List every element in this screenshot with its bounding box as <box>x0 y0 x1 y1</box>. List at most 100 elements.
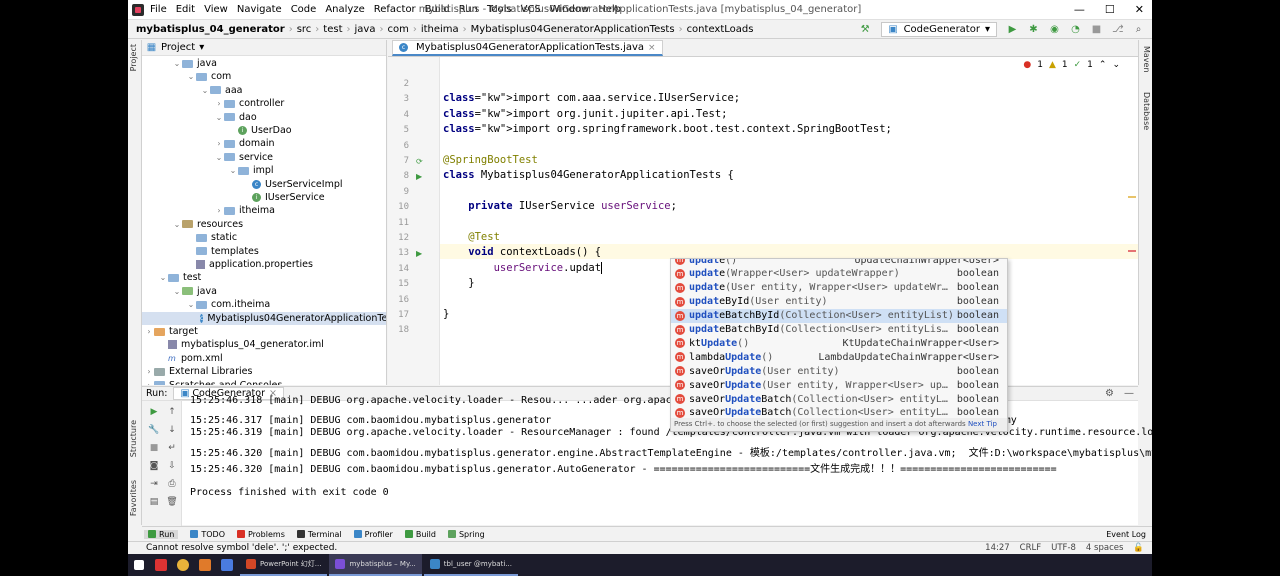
chevron-down-icon[interactable]: ⌄ <box>172 220 182 229</box>
code-line[interactable]: @Test <box>443 231 500 243</box>
code-line[interactable]: void contextLoads() { <box>443 246 601 258</box>
code-line[interactable]: class="kw">import org.springframework.bo… <box>443 123 892 135</box>
completion-item[interactable]: m update (Wrapper<User> updateWrapper) bool… <box>671 267 1007 281</box>
taskbar-app-database[interactable]: tbl_user @mybati... <box>423 554 518 576</box>
chevron-down-icon[interactable]: ⌄ <box>214 153 224 162</box>
chevron-down-icon[interactable]: ⌄ <box>172 59 182 68</box>
tree-item[interactable]: ⌄ service <box>214 151 273 164</box>
tool-tab-run[interactable]: Run <box>144 529 179 539</box>
tree-item[interactable]: c UserServiceImpl <box>242 178 343 191</box>
code-completion-popup[interactable]: m update() UpdateChainWrapper<User> m update… <box>670 258 1008 432</box>
trash-icon[interactable]: 🗑 <box>166 497 178 509</box>
breadcrumb-item[interactable]: test <box>323 24 342 35</box>
side-tab-maven[interactable]: Maven <box>1142 46 1151 73</box>
completion-item[interactable]: m saveOrUpdate (User entity, Wrapper<User>… <box>671 378 1007 392</box>
side-tab-project[interactable]: Project <box>129 44 138 71</box>
down-icon[interactable]: ↓ <box>166 425 178 437</box>
code-line[interactable]: userService.updat <box>443 261 603 274</box>
tree-item[interactable]: application.properties <box>186 258 313 271</box>
chrome-icon[interactable] <box>172 554 194 576</box>
completion-item[interactable]: m update() UpdateChainWrapper<User> <box>671 259 1007 267</box>
app-icon-blue[interactable] <box>216 554 238 576</box>
status-message[interactable]: Cannot resolve symbol 'dele'. ';' expect… <box>146 543 337 553</box>
tree-item[interactable]: c Mybatisplus04GeneratorApplicationTe <box>142 311 386 325</box>
tool-tab-todo[interactable]: TODO <box>190 530 225 539</box>
login-icon[interactable]: ⇥ <box>148 479 160 491</box>
chevron-down-icon[interactable]: ⌄ <box>1112 60 1120 70</box>
menu-item-vcs[interactable]: VCS <box>521 4 541 15</box>
completion-item[interactable]: m updateById (User entity) boolean <box>671 295 1007 309</box>
tree-item[interactable]: ⌄ java <box>172 285 217 298</box>
code-line[interactable]: @SpringBootTest <box>443 154 538 166</box>
camera-icon[interactable]: ◙ <box>148 461 160 473</box>
menu-item-analyze[interactable]: Analyze <box>325 4 364 15</box>
breadcrumb-item[interactable]: src <box>297 24 312 35</box>
warning-stripe[interactable] <box>1128 196 1136 198</box>
tool-tab-terminal[interactable]: Terminal <box>296 530 342 539</box>
breadcrumb-item[interactable]: Mybatisplus04GeneratorApplicationTests <box>471 24 675 35</box>
stop-icon[interactable]: ■ <box>148 443 160 455</box>
tool-tab-spring[interactable]: Spring <box>447 530 485 539</box>
app-icon-orange[interactable] <box>194 554 216 576</box>
start-icon[interactable] <box>128 554 150 576</box>
tool-tab-problems[interactable]: Problems <box>236 530 285 539</box>
tree-item[interactable]: › External Libraries <box>144 365 252 378</box>
chevron-right-icon[interactable]: › <box>144 327 154 336</box>
debug-icon[interactable]: ✱ <box>1028 24 1039 35</box>
completion-item[interactable]: m updateBatchById (Collection<User> entity… <box>671 308 1007 323</box>
tree-item[interactable]: ⌄ java <box>172 57 217 70</box>
breadcrumb-item[interactable]: contextLoads <box>687 24 754 35</box>
chevron-down-icon[interactable]: ⌄ <box>172 287 182 296</box>
menu-item-refactor[interactable]: Refactor <box>374 4 416 15</box>
menu-item-build[interactable]: Build <box>425 4 450 15</box>
run-icon[interactable]: ▶ <box>1007 24 1018 35</box>
tree-item[interactable]: › itheima <box>214 204 275 217</box>
code-line[interactable]: private IUserService userService; <box>443 200 677 212</box>
chevron-down-icon[interactable]: ⌄ <box>186 300 196 309</box>
menu-item-file[interactable]: File <box>150 4 167 15</box>
breadcrumb-item[interactable]: java <box>355 24 376 35</box>
hammer-icon[interactable]: ⚒ <box>860 24 871 35</box>
bean-icon[interactable]: ⟳ <box>416 157 423 166</box>
tree-item[interactable]: ⌄ com.itheima <box>186 298 271 311</box>
event-log-button[interactable]: Event Log <box>1106 530 1146 539</box>
completion-item[interactable]: m updateBatchById (Collection<User> entity… <box>671 323 1007 337</box>
line-separator[interactable]: CRLF <box>1020 542 1041 554</box>
breadcrumb-item[interactable]: com <box>387 24 408 35</box>
side-tab-database[interactable]: Database <box>1142 92 1151 130</box>
tool-tab-build[interactable]: Build <box>404 530 436 539</box>
inspection-widget[interactable]: ● 1 ▲ 1 ✓ 1 ⌃ ⌄ <box>1023 60 1120 70</box>
tree-item[interactable]: ⌄ aaa <box>200 84 243 97</box>
stop-icon[interactable]: ■ <box>1091 24 1102 35</box>
menu-item-code[interactable]: Code <box>291 4 317 15</box>
maximize-icon[interactable]: ☐ <box>1105 3 1115 16</box>
print-icon[interactable]: ⎙ <box>166 479 178 491</box>
chevron-right-icon[interactable]: › <box>214 206 224 215</box>
hide-icon[interactable]: — <box>1124 388 1134 399</box>
tree-item[interactable]: ⌄ impl <box>228 164 274 177</box>
tree-item[interactable]: m pom.xml <box>158 352 223 365</box>
menu-item-navigate[interactable]: Navigate <box>237 4 282 15</box>
chevron-right-icon[interactable]: › <box>144 367 154 376</box>
run-gutter-icon[interactable]: ▶ <box>416 249 422 258</box>
tree-item[interactable]: mybatisplus_04_generator.iml <box>158 338 324 351</box>
tree-item[interactable]: › domain <box>214 137 274 150</box>
tree-item[interactable]: ⌄ test <box>158 271 202 284</box>
tree-item[interactable]: › target <box>144 325 198 338</box>
git-icon[interactable]: ⎇ <box>1112 24 1124 35</box>
code-line[interactable]: class Mybatisplus04GeneratorApplicationT… <box>443 169 734 181</box>
chevron-up-icon[interactable]: ⌃ <box>1099 60 1107 70</box>
menu-item-window[interactable]: Window <box>550 4 589 15</box>
code-line[interactable]: } <box>443 277 474 289</box>
file-encoding[interactable]: UTF-8 <box>1051 542 1076 554</box>
tree-item[interactable]: › controller <box>214 97 284 110</box>
wrench-icon[interactable]: 🔧 <box>148 425 160 437</box>
completion-item[interactable]: m saveOrUpdateBatch (Collection<User> enti… <box>671 392 1007 406</box>
error-stripe[interactable] <box>1128 250 1136 252</box>
close-tab-icon[interactable]: × <box>648 43 656 53</box>
gear-icon[interactable]: ⚙ <box>1105 388 1114 399</box>
side-tab-structure[interactable]: Structure <box>129 420 138 457</box>
tree-item[interactable]: static <box>186 231 237 244</box>
chevron-down-icon[interactable]: ⌄ <box>214 113 224 122</box>
soft-wrap-icon[interactable]: ↵ <box>166 443 178 455</box>
